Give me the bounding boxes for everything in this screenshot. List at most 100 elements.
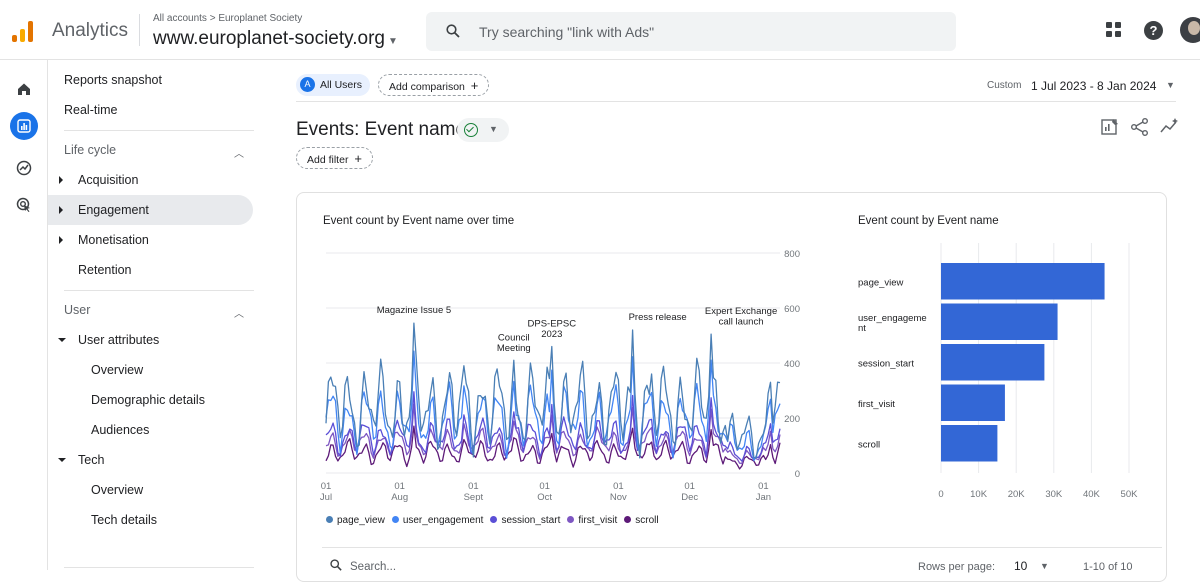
add-filter-button[interactable]: Add filter + <box>296 147 373 169</box>
nav-item-tech-details[interactable]: Tech details <box>48 505 253 535</box>
nav-item-acquisition[interactable]: Acquisition <box>48 165 253 195</box>
nav-item-audiences[interactable]: Audiences <box>48 415 253 445</box>
bar-4 <box>941 425 998 462</box>
nav-section-lifecycle[interactable]: Life cycle ︿ <box>64 143 254 160</box>
date-range-type: Custom <box>987 80 1022 91</box>
insights-icon[interactable] <box>1160 117 1180 137</box>
x-tick-label: 30K <box>1045 489 1063 500</box>
bar-0 <box>941 263 1105 300</box>
segment-chip-all-users[interactable]: A All Users <box>296 74 371 96</box>
y-tick-label: 200 <box>784 414 800 425</box>
legend-item-session_start[interactable]: session_start <box>490 515 560 526</box>
legend-swatch <box>624 515 632 523</box>
x-tick-label: 40K <box>1083 489 1101 500</box>
bar-chart[interactable]: 0 10K 20K 30K 40K 50K page_view user_engagement… <box>840 235 1165 510</box>
section-label: User <box>64 303 91 317</box>
line-chart[interactable]: 020040060080001Jul01Aug01Sept01Oct01Nov0… <box>300 235 820 510</box>
add-comparison-label: Add comparison <box>389 81 465 93</box>
nav-section-user[interactable]: User ︿ <box>64 303 254 320</box>
nav-item-label: Acquisition <box>78 173 139 187</box>
x-tick-label: Aug <box>391 492 408 503</box>
x-tick-label: 01 <box>394 481 405 492</box>
home-icon[interactable] <box>10 75 38 103</box>
help-icon[interactable]: ? <box>1144 21 1163 40</box>
table-search-input[interactable]: Search... <box>330 559 396 573</box>
apps-grid-icon[interactable] <box>1106 22 1122 38</box>
collapse-arrow-icon <box>58 338 66 342</box>
expand-arrow-icon <box>59 206 63 214</box>
nav-item-user-overview[interactable]: Overview <box>48 355 253 385</box>
y-tick-label: 800 <box>784 249 800 260</box>
expand-arrow-icon <box>59 176 63 184</box>
legend-item-page_view[interactable]: page_view <box>326 515 385 526</box>
nav-item-label: User attributes <box>78 333 160 347</box>
divider <box>64 290 254 291</box>
divider <box>139 14 140 46</box>
analytics-logo-icon[interactable] <box>12 20 34 42</box>
legend-item-user_engagement[interactable]: user_engagement <box>391 515 484 526</box>
explore-icon[interactable] <box>10 154 38 182</box>
divider <box>64 130 254 131</box>
x-tick-label: 0 <box>938 489 943 500</box>
bar-chart-title: Event count by Event name <box>858 215 999 227</box>
property-selector[interactable]: www.europlanet-society.org ▼ <box>153 28 398 50</box>
plus-icon: + <box>354 151 362 166</box>
report-status-chip[interactable]: ▼ <box>457 118 509 142</box>
legend-item-first_visit[interactable]: first_visit <box>567 515 617 526</box>
date-range-picker[interactable]: 1 Jul 2023 - 8 Jan 2024 <box>1031 79 1156 93</box>
bar-category-label: first_visit <box>858 399 895 410</box>
nav-item-monetisation[interactable]: Monetisation <box>48 225 253 255</box>
chevron-up-icon: ︿ <box>234 309 244 320</box>
y-tick-label: 400 <box>784 359 800 370</box>
nav-item-demographic-details[interactable]: Demographic details <box>48 385 253 415</box>
page-title: Events: Event name <box>296 119 467 140</box>
nav-reports-snapshot[interactable]: Reports snapshot <box>64 65 254 95</box>
table-search-placeholder: Search... <box>350 561 397 573</box>
customize-report-icon[interactable] <box>1100 117 1120 137</box>
bar-2 <box>941 344 1045 381</box>
segment-badge: A <box>300 76 315 92</box>
share-icon[interactable] <box>1130 117 1150 137</box>
x-tick-label: Dec <box>681 492 698 503</box>
check-circle-icon <box>464 123 478 137</box>
x-tick-label: 01 <box>539 481 550 492</box>
legend-label: session_start <box>501 515 561 526</box>
nav-item-tech[interactable]: Tech <box>48 445 253 475</box>
advertising-icon[interactable] <box>10 191 38 219</box>
legend-label: scroll <box>635 515 659 526</box>
nav-item-label: Retention <box>78 263 132 277</box>
nav-item-tech-overview[interactable]: Overview <box>48 475 253 505</box>
add-filter-label: Add filter <box>307 154 349 166</box>
caret-down-icon: ▼ <box>387 36 398 47</box>
search-box[interactable]: Try searching "link with Ads" <box>426 12 956 51</box>
property-name: www.europlanet-society.org <box>153 28 385 49</box>
rows-per-page-select[interactable]: 10 <box>1014 559 1027 573</box>
caret-down-icon[interactable]: ▼ <box>1166 80 1175 90</box>
x-tick-label: Oct <box>537 492 552 503</box>
search-placeholder: Try searching "link with Ads" <box>479 24 655 40</box>
chart-annotation: Press release <box>629 312 687 323</box>
legend-label: page_view <box>337 515 385 526</box>
plus-icon: + <box>470 78 479 93</box>
line-chart-legend: page_view user_engagement session_start fir… <box>326 515 659 526</box>
add-comparison-button[interactable]: Add comparison + <box>378 74 490 96</box>
expand-arrow-icon <box>59 236 63 244</box>
reports-icon[interactable] <box>10 112 38 140</box>
x-tick-label: 01 <box>684 481 695 492</box>
top-bar: Analytics All accounts > Europlanet Soci… <box>0 0 1200 60</box>
nav-item-user-attributes[interactable]: User attributes <box>48 325 253 355</box>
chart-annotation: DPS-EPSC <box>528 319 577 330</box>
account-avatar[interactable] <box>1180 17 1200 43</box>
breadcrumb[interactable]: All accounts > Europlanet Society <box>153 13 302 24</box>
chart-annotation: Expert Exchange <box>705 306 777 317</box>
nav-item-engagement[interactable]: Engagement <box>48 195 253 225</box>
y-tick-label: 600 <box>784 304 800 315</box>
nav-realtime[interactable]: Real-time <box>64 95 254 125</box>
nav-item-retention[interactable]: Retention <box>48 255 253 285</box>
chart-annotation: 2023 <box>541 329 562 340</box>
legend-item-scroll[interactable]: scroll <box>624 515 659 526</box>
x-tick-label: 10K <box>970 489 988 500</box>
legend-label: user_engagement <box>402 515 484 526</box>
chart-annotation: Magazine Issue 5 <box>377 305 451 316</box>
legend-swatch <box>490 515 498 523</box>
